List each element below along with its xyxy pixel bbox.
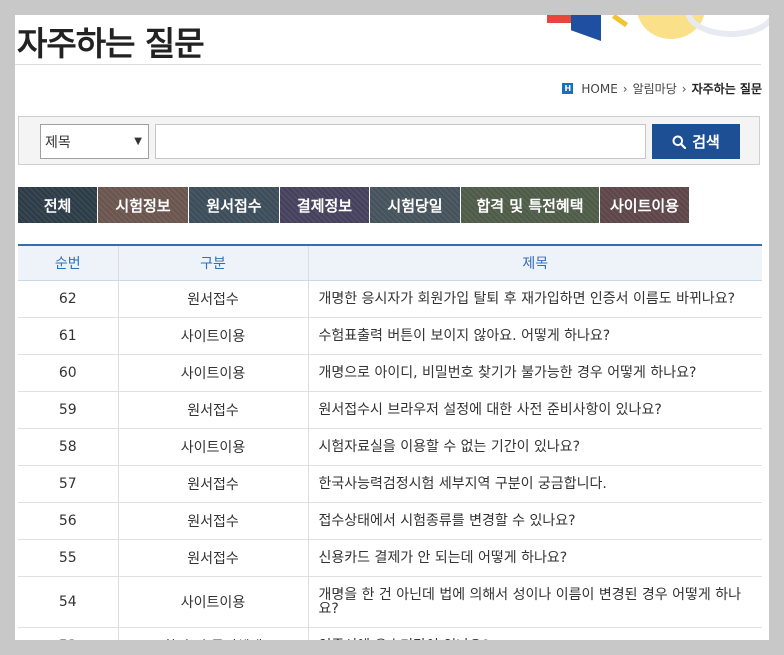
decorative-shape-red bbox=[547, 15, 575, 23]
row-number: 56 bbox=[18, 502, 118, 540]
row-category: 원서접수 bbox=[117, 502, 308, 540]
tab-site-usage[interactable]: 사이트이용 bbox=[600, 187, 689, 223]
row-number: 60 bbox=[18, 354, 118, 392]
row-category: 사이트이용 bbox=[117, 317, 308, 355]
chevron-down-icon: ▼ bbox=[134, 136, 142, 147]
row-number: 58 bbox=[18, 428, 118, 466]
row-category: 사이트이용 bbox=[117, 354, 308, 392]
row-number: 53 bbox=[18, 627, 118, 640]
tab-all[interactable]: 전체 bbox=[18, 187, 97, 223]
row-category: 원서접수 bbox=[117, 280, 308, 318]
table-row[interactable]: 53 합격 및 특전혜택 인증서에 유효기간이 있나요? bbox=[18, 627, 762, 640]
row-number: 55 bbox=[18, 539, 118, 577]
search-type-select[interactable]: 제목 ▼ bbox=[40, 124, 149, 159]
table-row[interactable]: 58 사이트이용 시험자료실을 이용할 수 없는 기간이 있나요? bbox=[18, 428, 762, 466]
search-type-value: 제목 bbox=[45, 134, 71, 151]
tab-exam-day[interactable]: 시험당일 bbox=[370, 187, 460, 223]
search-input[interactable] bbox=[155, 124, 646, 159]
decorative-shape-blue bbox=[571, 15, 601, 41]
chevron-right-icon: › bbox=[681, 81, 687, 96]
row-title-link[interactable]: 개명한 응시자가 회원가입 탈퇴 후 재가입하면 인증서 이름도 바뀌나요? bbox=[307, 280, 762, 318]
row-category: 합격 및 특전혜택 bbox=[117, 627, 308, 640]
row-title-link[interactable]: 수험표출력 버튼이 보이지 않아요. 어떻게 하나요? bbox=[307, 317, 762, 355]
search-button-label: 검색 bbox=[692, 133, 720, 151]
row-title-link[interactable]: 원서접수시 브라우저 설정에 대한 사전 준비사항이 있나요? bbox=[307, 391, 762, 429]
tab-application[interactable]: 원서접수 bbox=[189, 187, 279, 223]
page-title: 자주하는 질문 bbox=[17, 24, 205, 63]
table-row[interactable]: 56 원서접수 접수상태에서 시험종류를 변경할 수 있나요? bbox=[18, 502, 762, 540]
row-title-link[interactable]: 개명으로 아이디, 비밀번호 찾기가 불가능한 경우 어떻게 하나요? bbox=[307, 354, 762, 392]
search-icon bbox=[672, 135, 687, 149]
row-title-link[interactable]: 신용카드 결제가 안 되는데 어떻게 하나요? bbox=[307, 539, 762, 577]
faq-table: 순번 구분 제목 62 원서접수 개명한 응시자가 회원가입 탈퇴 후 재가입하… bbox=[18, 244, 762, 640]
table-row[interactable]: 61 사이트이용 수험표출력 버튼이 보이지 않아요. 어떻게 하나요? bbox=[18, 317, 762, 355]
tab-pass-benefits[interactable]: 합격 및 특전혜택 bbox=[461, 187, 599, 223]
breadcrumb-current: 자주하는 질문 bbox=[691, 82, 762, 96]
row-title-link[interactable]: 시험자료실을 이용할 수 없는 기간이 있나요? bbox=[307, 428, 762, 466]
table-row[interactable]: 55 원서접수 신용카드 결제가 안 되는데 어떻게 하나요? bbox=[18, 539, 762, 577]
tab-payment[interactable]: 결제정보 bbox=[280, 187, 369, 223]
breadcrumb: H HOME › 알림마당 › 자주하는 질문 bbox=[562, 80, 762, 97]
decorative-shape-yellow-circle bbox=[637, 15, 705, 39]
row-category: 사이트이용 bbox=[117, 428, 308, 466]
table-row[interactable]: 60 사이트이용 개명으로 아이디, 비밀번호 찾기가 불가능한 경우 어떻게 … bbox=[18, 354, 762, 392]
decorative-shape-yellow-bar bbox=[612, 15, 628, 28]
table-row[interactable]: 54 사이트이용 개명을 한 건 아닌데 법에 의해서 성이나 이름이 변경된 … bbox=[18, 576, 762, 628]
search-bar: 제목 ▼ 검색 bbox=[18, 116, 760, 165]
row-title-link[interactable]: 인증서에 유효기간이 있나요? bbox=[307, 627, 762, 640]
row-title-link[interactable]: 개명을 한 건 아닌데 법에 의해서 성이나 이름이 변경된 경우 어떻게 하나… bbox=[307, 576, 762, 628]
breadcrumb-notice[interactable]: 알림마당 bbox=[633, 80, 677, 97]
row-category: 원서접수 bbox=[117, 539, 308, 577]
category-tabs: 전체 시험정보 원서접수 결제정보 시험당일 합격 및 특전혜택 사이트이용 bbox=[18, 187, 689, 223]
breadcrumb-home[interactable]: HOME bbox=[581, 82, 617, 96]
header-title: 제목 bbox=[307, 244, 762, 281]
row-title-link[interactable]: 한국사능력검정시험 세부지역 구분이 궁금합니다. bbox=[307, 465, 762, 503]
table-row[interactable]: 62 원서접수 개명한 응시자가 회원가입 탈퇴 후 재가입하면 인증서 이름도… bbox=[18, 280, 762, 318]
row-number: 62 bbox=[18, 280, 118, 318]
search-button[interactable]: 검색 bbox=[652, 124, 740, 159]
header-category: 구분 bbox=[117, 244, 308, 281]
row-number: 57 bbox=[18, 465, 118, 503]
tab-exam-info[interactable]: 시험정보 bbox=[98, 187, 188, 223]
row-category: 원서접수 bbox=[117, 391, 308, 429]
table-row[interactable]: 57 원서접수 한국사능력검정시험 세부지역 구분이 궁금합니다. bbox=[18, 465, 762, 503]
title-divider bbox=[15, 64, 761, 65]
row-number: 61 bbox=[18, 317, 118, 355]
row-title-link[interactable]: 접수상태에서 시험종류를 변경할 수 있나요? bbox=[307, 502, 762, 540]
content-panel: 자주하는 질문 H HOME › 알림마당 › 자주하는 질문 제목 ▼ 검색 … bbox=[15, 15, 769, 640]
row-category: 사이트이용 bbox=[117, 576, 308, 628]
row-number: 59 bbox=[18, 391, 118, 429]
chevron-right-icon: › bbox=[622, 81, 628, 96]
header-number: 순번 bbox=[18, 244, 118, 281]
decorative-shape-grey-arc bbox=[685, 15, 769, 37]
row-number: 54 bbox=[18, 576, 118, 628]
table-header-row: 순번 구분 제목 bbox=[18, 244, 762, 281]
row-category: 원서접수 bbox=[117, 465, 308, 503]
home-icon: H bbox=[562, 83, 574, 94]
table-row[interactable]: 59 원서접수 원서접수시 브라우저 설정에 대한 사전 준비사항이 있나요? bbox=[18, 391, 762, 429]
